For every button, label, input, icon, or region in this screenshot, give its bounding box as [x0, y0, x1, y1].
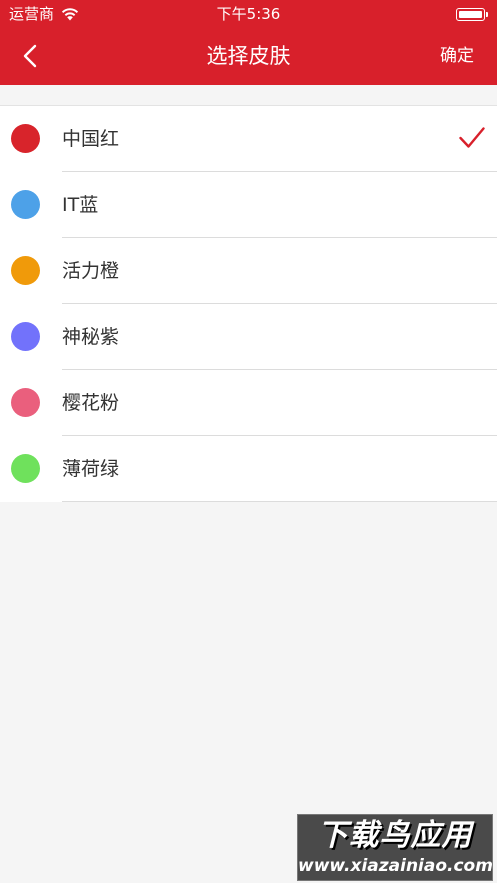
- color-swatch: [11, 190, 40, 219]
- watermark-logo: 下载鸟应用 www.xiazainiao.com: [297, 814, 493, 881]
- battery-icon: [456, 8, 488, 21]
- skin-option[interactable]: IT蓝: [0, 172, 497, 238]
- color-swatch: [11, 454, 40, 483]
- page-title: 选择皮肤: [206, 44, 291, 68]
- back-chevron-icon[interactable]: [10, 38, 46, 74]
- watermark-title: 下载鸟应用: [317, 818, 473, 853]
- skin-label: 中国红: [62, 128, 120, 150]
- skin-option[interactable]: 中国红: [0, 106, 497, 172]
- skin-list: 中国红 IT蓝活力橙神秘紫樱花粉薄荷绿: [0, 105, 497, 502]
- confirm-button[interactable]: 确定: [440, 28, 474, 85]
- status-bar: 运营商 下午5:36: [0, 0, 497, 28]
- skin-option[interactable]: 薄荷绿: [0, 436, 497, 502]
- skin-label: 樱花粉: [62, 392, 120, 414]
- status-time: 下午5:36: [216, 5, 281, 23]
- color-swatch: [11, 256, 40, 285]
- skin-option[interactable]: 樱花粉: [0, 370, 497, 436]
- skin-label: IT蓝: [62, 194, 99, 216]
- navigation-bar: 选择皮肤 确定: [0, 28, 497, 85]
- skin-option[interactable]: 神秘紫: [0, 304, 497, 370]
- color-swatch: [11, 322, 40, 351]
- watermark-url: www.xiazainiao.com: [298, 856, 493, 876]
- skin-option[interactable]: 活力橙: [0, 238, 497, 304]
- color-swatch: [11, 124, 40, 153]
- skin-label: 神秘紫: [62, 326, 120, 348]
- skin-label: 薄荷绿: [62, 458, 120, 480]
- color-swatch: [11, 388, 40, 417]
- skin-label: 活力橙: [62, 260, 120, 282]
- checkmark-icon: [459, 127, 485, 148]
